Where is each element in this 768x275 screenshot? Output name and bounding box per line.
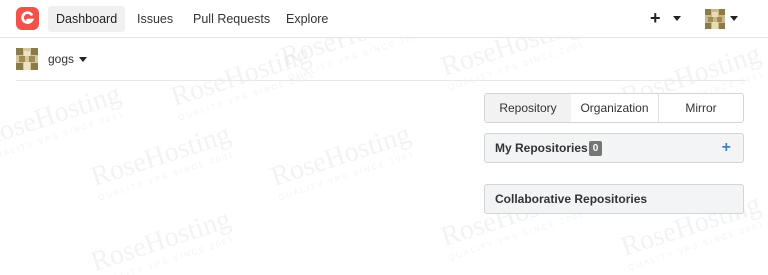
watermark: RoseHostingQUALITY VPS SINCE 2001 (87, 118, 236, 203)
add-repository-button[interactable]: + (722, 139, 731, 157)
chevron-down-icon[interactable] (673, 16, 681, 21)
watermark: RoseHostingQUALITY VPS SINCE 2001 (0, 78, 126, 163)
user-avatar-icon (16, 48, 38, 70)
nav-issues[interactable]: Issues (129, 6, 181, 32)
repo-count-badge: 0 (589, 141, 602, 156)
panel-title: My Repositories (495, 141, 588, 155)
tab-mirror[interactable]: Mirror (658, 94, 743, 122)
create-new-button[interactable]: + (650, 8, 661, 28)
panel-title: Collaborative Repositories (495, 192, 648, 206)
user-avatar-icon[interactable] (705, 9, 725, 29)
gogs-logo-icon[interactable] (15, 6, 40, 31)
collaborative-repositories-panel: Collaborative Repositories (484, 184, 744, 214)
context-username: gogs (48, 52, 75, 66)
watermark: RoseHostingQUALITY VPS SINCE 2001 (87, 203, 236, 275)
repo-type-tabs: Repository Organization Mirror (484, 93, 744, 123)
tab-repository[interactable]: Repository (485, 94, 571, 122)
tab-organization[interactable]: Organization (571, 94, 658, 122)
my-repositories-panel: My Repositories 0 + (484, 133, 744, 163)
nav-pull-requests[interactable]: Pull Requests (185, 6, 278, 32)
watermark: RoseHostingQUALITY VPS SINCE 2001 (267, 118, 416, 203)
nav-dashboard[interactable]: Dashboard (48, 6, 126, 32)
chevron-down-icon (79, 57, 87, 62)
top-navbar: Dashboard Issues Pull Requests Explore + (0, 0, 768, 38)
chevron-down-icon[interactable] (730, 16, 738, 21)
nav-explore[interactable]: Explore (278, 6, 336, 32)
divider (16, 80, 746, 81)
